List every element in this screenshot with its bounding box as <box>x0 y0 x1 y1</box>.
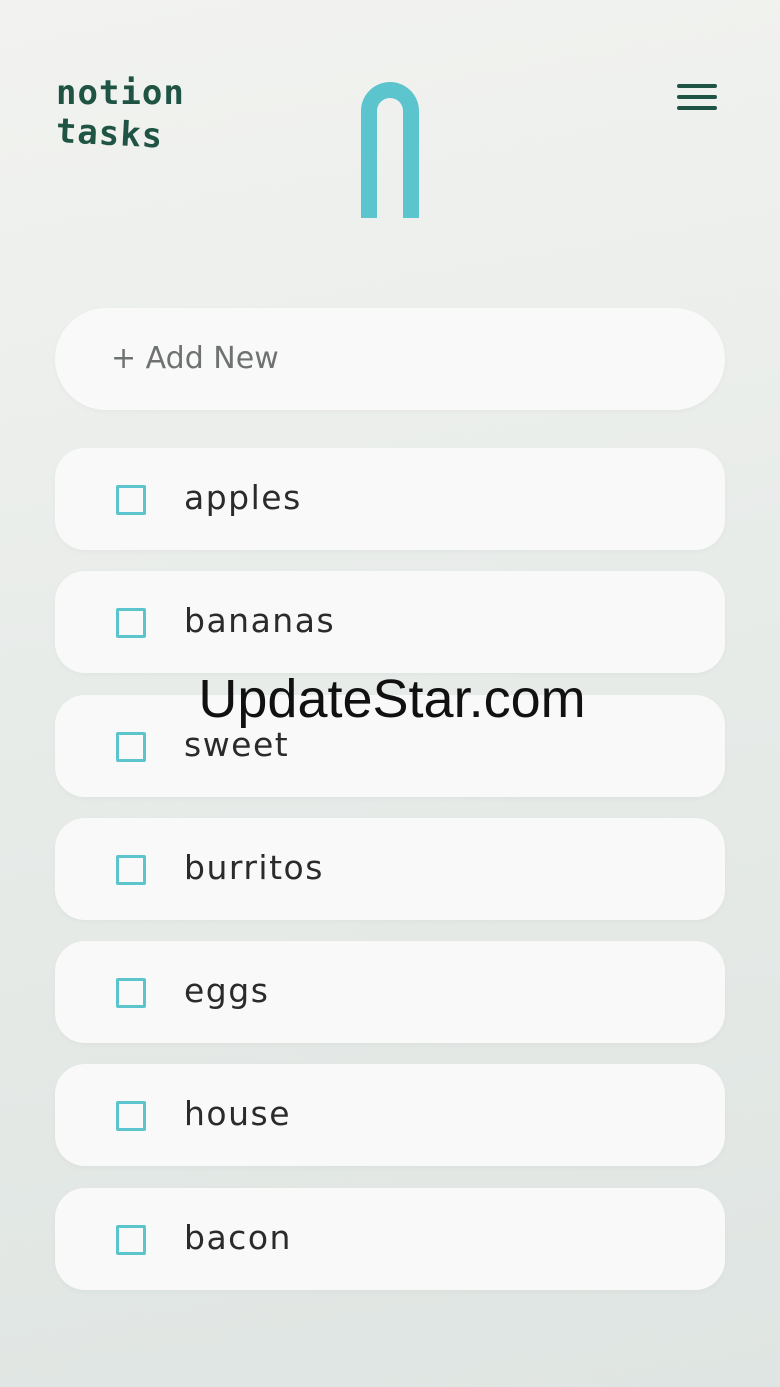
hamburger-menu-icon[interactable] <box>675 82 721 114</box>
arch-icon <box>361 82 419 218</box>
add-new-input[interactable]: + Add New <box>55 308 725 410</box>
logo-line-1: notion <box>56 73 185 113</box>
task-label: bananas <box>184 601 336 641</box>
task-label: eggs <box>184 971 270 1011</box>
task-label: apples <box>184 478 302 517</box>
task-checkbox[interactable] <box>116 485 146 515</box>
task-checkbox[interactable] <box>116 731 146 762</box>
add-new-label: + Add New <box>111 341 279 376</box>
task-item[interactable]: bacon <box>55 1187 725 1290</box>
task-checkbox[interactable] <box>116 1224 146 1255</box>
watermark-text: UpdateStar.com <box>198 669 586 729</box>
task-checkbox[interactable] <box>116 854 146 885</box>
task-list: apples bananas sweet burritos eggs house… <box>55 448 725 1311</box>
task-checkbox[interactable] <box>116 1101 146 1132</box>
task-label: burritos <box>184 847 324 887</box>
task-item[interactable]: burritos <box>55 817 725 920</box>
task-item[interactable]: house <box>55 1064 725 1167</box>
task-label: house <box>184 1094 292 1134</box>
task-label: bacon <box>184 1217 292 1257</box>
task-item[interactable]: bananas <box>55 571 725 674</box>
logo-line-2: tasks <box>54 111 165 157</box>
task-checkbox[interactable] <box>116 608 146 639</box>
task-item[interactable]: apples <box>55 448 725 550</box>
task-checkbox[interactable] <box>116 978 146 1009</box>
app-logo: notion tasks <box>55 73 185 157</box>
task-item[interactable]: eggs <box>55 941 725 1044</box>
